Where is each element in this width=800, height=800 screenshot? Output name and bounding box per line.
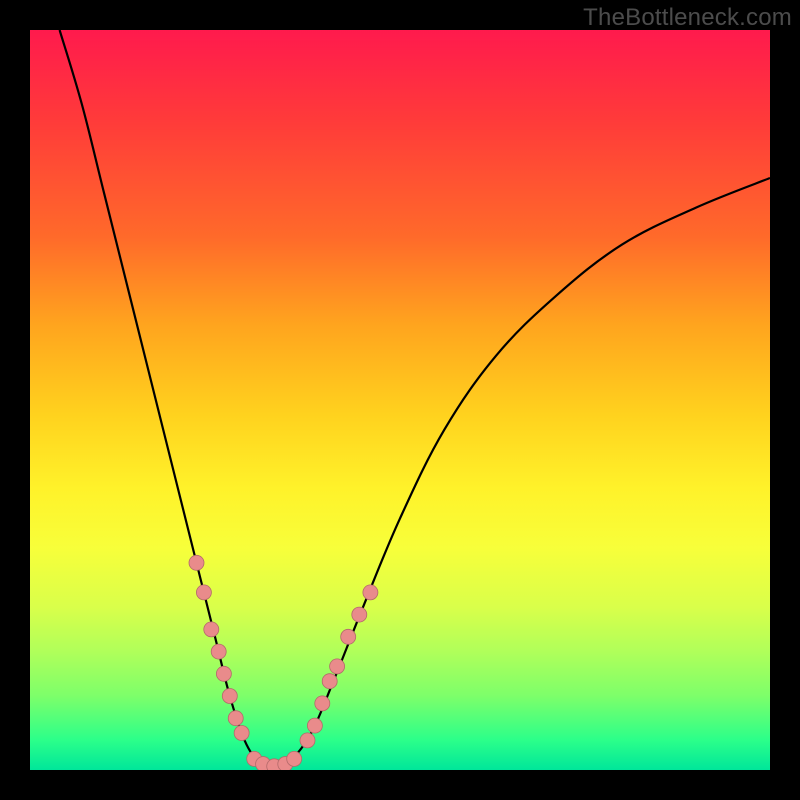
watermark-text: TheBottleneck.com: [583, 4, 792, 32]
marker-dot: [189, 555, 204, 570]
marker-dot: [211, 644, 226, 659]
marker-dot: [287, 751, 302, 766]
marker-dot: [234, 726, 249, 741]
marker-dot: [307, 718, 322, 733]
marker-dot: [300, 733, 315, 748]
marker-dot: [216, 666, 231, 681]
chart-plot-area: [30, 30, 770, 770]
marker-dot: [363, 585, 378, 600]
chart-svg: [30, 30, 770, 770]
marker-dot: [228, 711, 243, 726]
marker-dot: [222, 689, 237, 704]
marker-dot: [204, 622, 219, 637]
chart-frame: TheBottleneck.com: [0, 0, 800, 800]
marker-dot: [196, 585, 211, 600]
marker-dot: [315, 696, 330, 711]
marker-dot: [322, 674, 337, 689]
marker-dot: [330, 659, 345, 674]
bottleneck-curve: [60, 30, 770, 770]
marker-group: [189, 555, 378, 770]
marker-dot: [341, 629, 356, 644]
marker-dot: [352, 607, 367, 622]
